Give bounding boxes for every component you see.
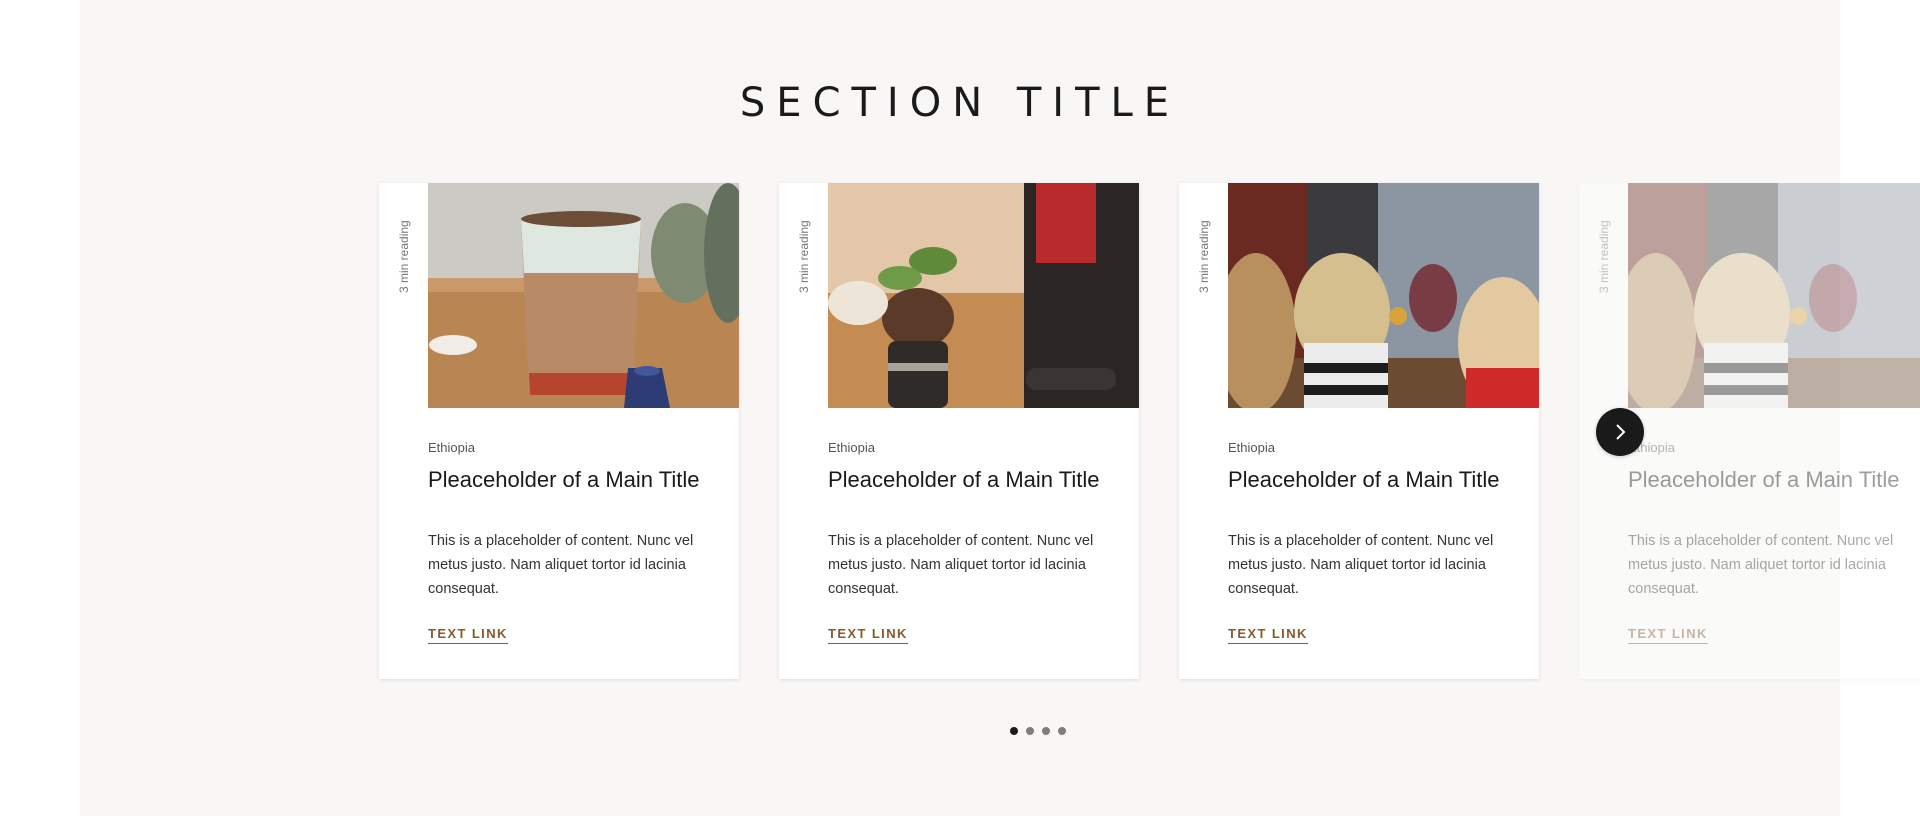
card-text-link[interactable]: TEXT LINK (428, 626, 508, 644)
article-carousel-section: SECTION TITLE 3 min reading Ethiopia Ple… (80, 0, 1920, 816)
article-card: 3 min reading Ethiopia Pleaceholder of a… (379, 183, 739, 679)
reading-time-label: 3 min reading (397, 220, 411, 293)
card-text-link[interactable]: TEXT LINK (828, 626, 908, 644)
card-image-coffee-bar-people[interactable] (1228, 183, 1539, 408)
carousel-pagination (1010, 727, 1066, 735)
card-origin: Ethiopia (1228, 440, 1275, 455)
reading-time: 3 min reading (789, 207, 815, 317)
card-body: This is a placeholder of content. Nunc v… (428, 533, 694, 597)
card-image-coffee-bar-people[interactable] (1628, 183, 1920, 408)
reading-time: 3 min reading (1589, 207, 1615, 317)
card-body: This is a placeholder of content. Nunc v… (828, 533, 1094, 597)
reading-time-label: 3 min reading (1597, 220, 1611, 293)
card-title: Pleaceholder of a Main Title (1628, 467, 1900, 492)
reading-time-label: 3 min reading (1197, 220, 1211, 293)
card-title: Pleaceholder of a Main Title (428, 467, 700, 492)
pagination-dot-3[interactable] (1042, 727, 1050, 735)
section-title: SECTION TITLE (739, 80, 1181, 126)
card-body: This is a placeholder of content. Nunc v… (1228, 533, 1494, 597)
card-origin: Ethiopia (828, 440, 875, 455)
card-body: This is a placeholder of content. Nunc v… (1628, 533, 1894, 597)
reading-time: 3 min reading (1189, 207, 1215, 317)
reading-time-label: 3 min reading (797, 220, 811, 293)
chevron-right-icon (1616, 424, 1626, 440)
reading-time: 3 min reading (389, 207, 415, 317)
pagination-dot-1[interactable] (1010, 727, 1018, 735)
card-image-iced-latte[interactable] (428, 183, 739, 408)
card-text-link[interactable]: TEXT LINK (1628, 626, 1708, 644)
pagination-dot-2[interactable] (1026, 727, 1034, 735)
card-image-coffee-machine[interactable] (828, 183, 1139, 408)
card-text-link[interactable]: TEXT LINK (1228, 626, 1308, 644)
card-title: Pleaceholder of a Main Title (828, 467, 1100, 492)
card-origin: Ethiopia (428, 440, 475, 455)
card-title: Pleaceholder of a Main Title (1228, 467, 1500, 492)
article-card: 3 min reading Ethiopia Pleaceholder of a… (779, 183, 1139, 679)
pagination-dot-4[interactable] (1058, 727, 1066, 735)
carousel-next-button[interactable] (1596, 408, 1644, 456)
article-card: 3 min reading Ethiopia Pleaceholder of a… (1179, 183, 1539, 679)
